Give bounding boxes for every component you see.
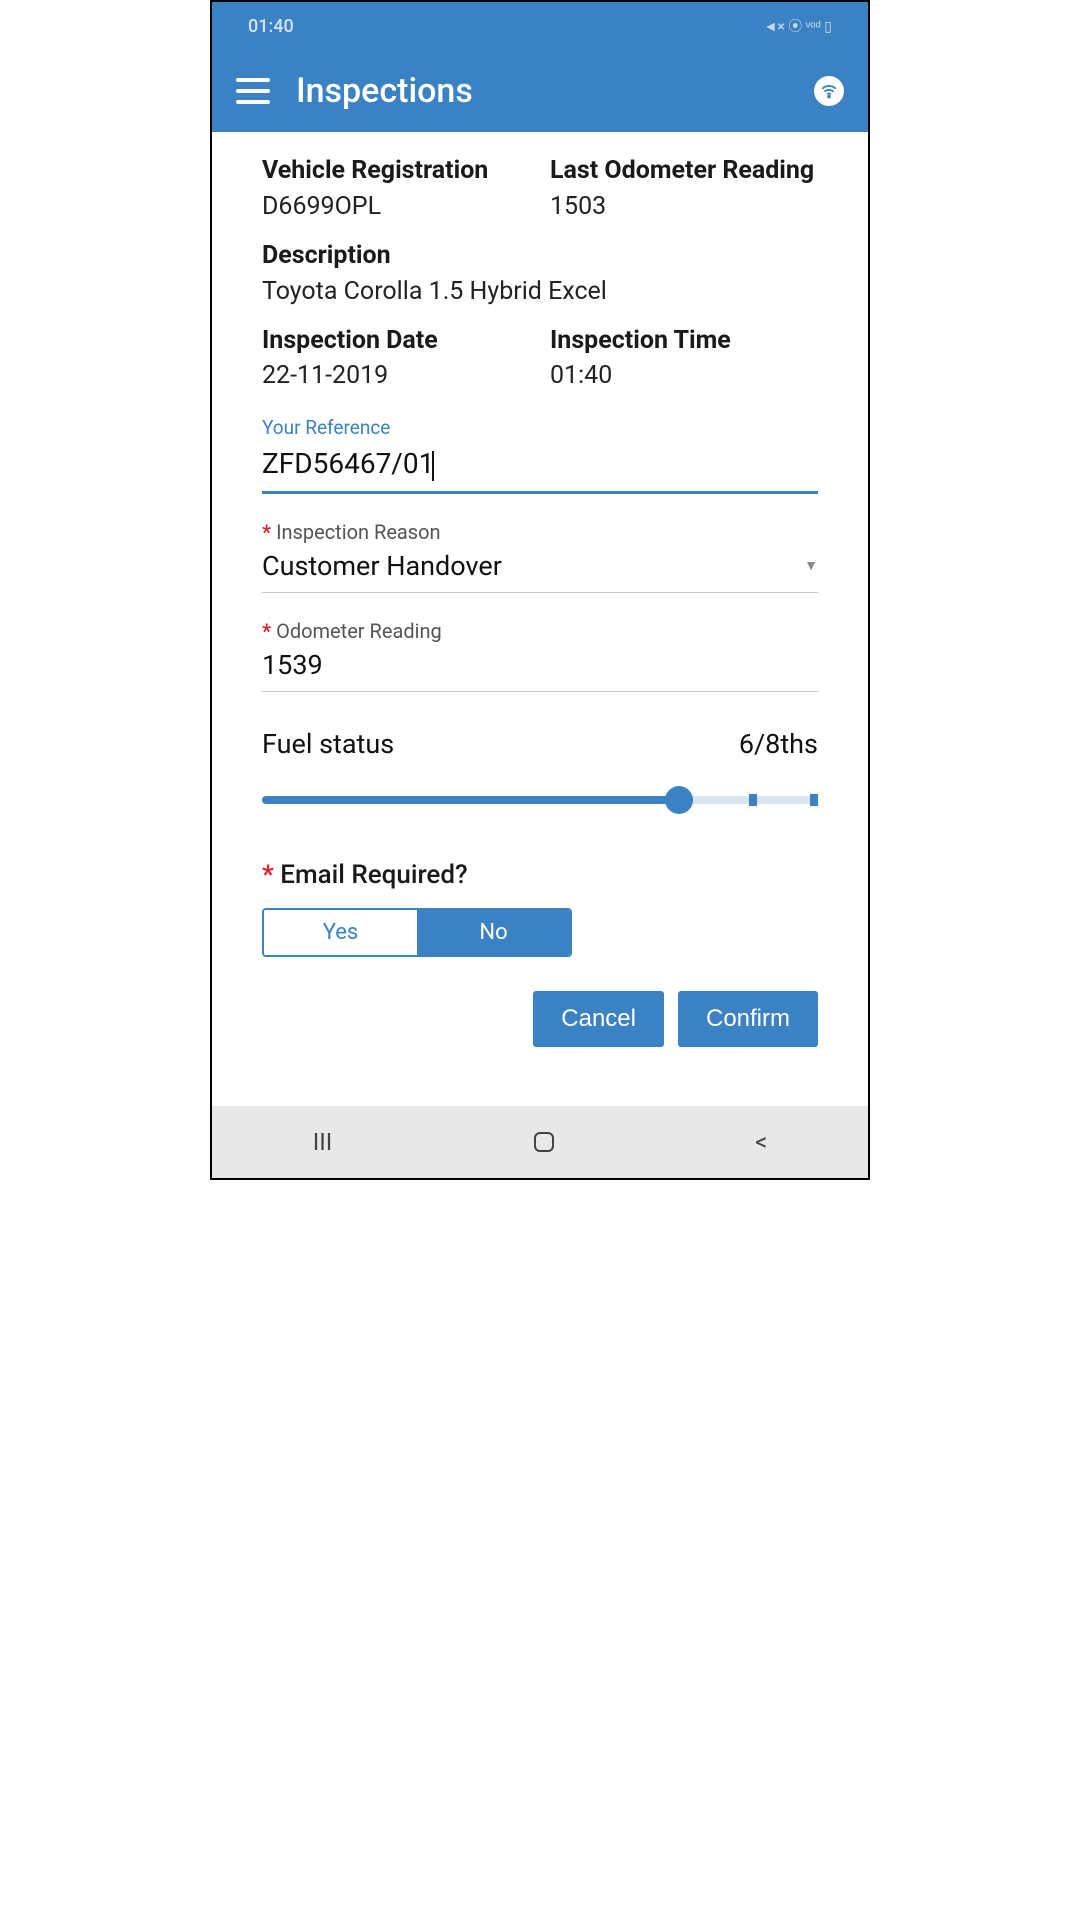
odometer-input[interactable]: 1539 bbox=[262, 649, 818, 681]
email-required-label: * Email Required? bbox=[262, 860, 818, 890]
vehicle-reg-value: D6699OPL bbox=[262, 192, 530, 221]
reference-label: Your Reference bbox=[262, 416, 818, 439]
last-odometer-label: Last Odometer Reading bbox=[550, 154, 818, 188]
odometer-label: * Odometer Reading bbox=[262, 619, 818, 643]
description-value: Toyota Corolla 1.5 Hybrid Excel bbox=[262, 277, 818, 306]
slider-fill bbox=[262, 796, 679, 804]
reason-select[interactable]: Customer Handover ▼ bbox=[262, 550, 818, 593]
android-nav-bar: III < bbox=[212, 1106, 868, 1178]
inspection-time-label: Inspection Time bbox=[550, 324, 818, 358]
description-label: Description bbox=[262, 239, 818, 273]
back-icon[interactable]: < bbox=[755, 1128, 767, 1156]
slider-tick bbox=[749, 794, 757, 806]
page-title: Inspections bbox=[296, 71, 788, 111]
reason-label: * Inspection Reason bbox=[262, 520, 818, 544]
status-bar: 01:40 ◄× ⦿ ᵛᵒᵈ ▯ bbox=[212, 2, 868, 50]
home-icon[interactable] bbox=[534, 1132, 554, 1152]
cancel-button[interactable]: Cancel bbox=[533, 991, 664, 1047]
vehicle-reg-label: Vehicle Registration bbox=[262, 154, 530, 188]
email-toggle[interactable]: Yes No bbox=[262, 908, 572, 957]
confirm-button[interactable]: Confirm bbox=[678, 991, 818, 1047]
fuel-value: 6/8ths bbox=[739, 728, 818, 760]
email-yes-option[interactable]: Yes bbox=[264, 910, 417, 955]
reference-input[interactable]: ZFD56467/01 bbox=[262, 443, 818, 494]
device-frame: 01:40 ◄× ⦿ ᵛᵒᵈ ▯ Inspections Vehicle Reg… bbox=[210, 0, 870, 1180]
status-icons: ◄× ⦿ ᵛᵒᵈ ▯ bbox=[763, 16, 832, 36]
wifi-icon[interactable] bbox=[814, 76, 844, 106]
slider-tick bbox=[810, 794, 818, 806]
chevron-down-icon: ▼ bbox=[804, 557, 818, 574]
status-time: 01:40 bbox=[248, 16, 294, 37]
menu-icon[interactable] bbox=[236, 78, 270, 104]
text-cursor bbox=[432, 451, 434, 481]
inspection-date-label: Inspection Date bbox=[262, 324, 530, 358]
reference-value: ZFD56467/01 bbox=[262, 447, 434, 480]
email-no-option[interactable]: No bbox=[417, 910, 570, 955]
inspection-date-value: 22-11-2019 bbox=[262, 361, 530, 390]
fuel-label: Fuel status bbox=[262, 728, 394, 760]
fuel-slider[interactable] bbox=[262, 780, 818, 820]
content-area: Vehicle Registration D6699OPL Last Odome… bbox=[212, 132, 868, 1106]
reason-value: Customer Handover bbox=[262, 550, 502, 582]
last-odometer-value: 1503 bbox=[550, 192, 818, 221]
recents-icon[interactable]: III bbox=[313, 1128, 333, 1156]
slider-thumb[interactable] bbox=[665, 786, 693, 814]
app-bar: Inspections bbox=[212, 50, 868, 132]
inspection-time-value: 01:40 bbox=[550, 361, 818, 390]
